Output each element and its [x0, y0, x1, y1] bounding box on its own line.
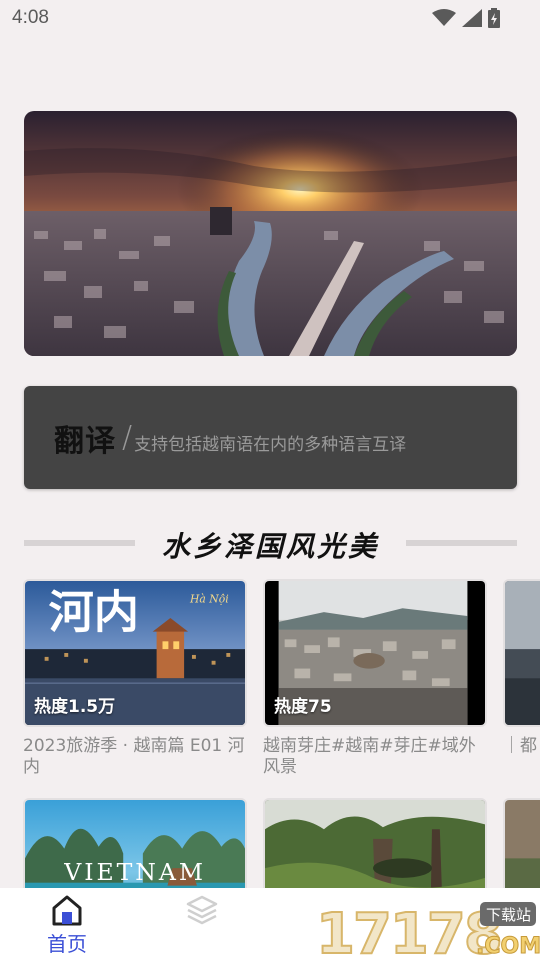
nav-label-home: 首页	[47, 932, 87, 956]
translate-title: 翻译	[54, 423, 116, 459]
translate-card[interactable]: 翻译 / 支持包括越南语在内的多种语言互译	[24, 386, 517, 489]
video-card[interactable]: 热度75 越南芽庄#越南#芽庄#域外风景	[263, 579, 487, 778]
status-icons	[432, 8, 500, 28]
nav-item-home[interactable]: 首页	[27, 894, 107, 957]
svg-text:Hà Nội: Hà Nội	[189, 592, 229, 605]
video-thumbnail	[503, 579, 540, 727]
home-icon	[52, 895, 82, 926]
translate-description: 支持包括越南语在内的多种语言互译	[134, 435, 407, 455]
heat-badge: 热度75	[274, 697, 332, 717]
section-header: 水乡泽国风光美	[24, 525, 517, 563]
layers-icon	[186, 895, 218, 925]
battery-icon	[488, 8, 500, 28]
svg-text:河内: 河内	[49, 586, 139, 639]
video-thumbnail: 热度75	[263, 579, 487, 727]
video-card[interactable]: ｜都	[503, 579, 540, 778]
translate-slash: /	[122, 420, 133, 455]
cell-signal-icon	[462, 9, 482, 27]
heat-badge: 热度1.5万	[34, 697, 116, 717]
video-thumbnail: 河内 Hà Nội 热度1.5万	[23, 579, 247, 727]
video-card[interactable]: 河内 Hà Nội 热度1.5万 2023旅游季 · 越南篇 E01 河内	[23, 579, 247, 778]
svg-text:17178: 17178	[316, 902, 501, 960]
section-divider-right	[406, 540, 517, 546]
svg-text:下载站: 下载站	[486, 906, 531, 924]
svg-text:.COM: .COM	[476, 934, 540, 959]
wifi-icon	[432, 9, 456, 26]
video-title: 2023旅游季 · 越南篇 E01 河内	[23, 736, 245, 777]
nav-item-discover[interactable]	[162, 894, 242, 928]
status-time: 4:08	[12, 7, 49, 28]
video-title: ｜都	[503, 736, 537, 756]
banner-image[interactable]	[24, 111, 517, 356]
video-title: 越南芽庄#越南#芽庄#域外风景	[263, 736, 476, 777]
site-watermark-logo: 17178 下载站 .COM	[314, 895, 540, 960]
vietnam-overlay-text: VIETNAM	[63, 858, 206, 886]
status-bar: 4:08	[0, 0, 540, 36]
